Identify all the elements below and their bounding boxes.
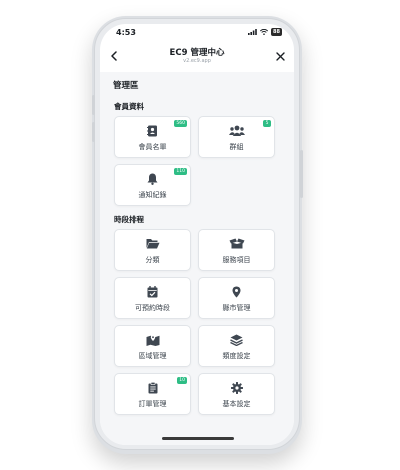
tile-notification-log[interactable]: 110 通知紀錄 bbox=[114, 164, 191, 206]
status-icons: 88 bbox=[248, 28, 282, 36]
battery-icon: 88 bbox=[271, 28, 282, 36]
tile-label: 分類 bbox=[145, 256, 160, 264]
tile-label: 區域管理 bbox=[138, 352, 167, 360]
page-title: 管理區 bbox=[113, 81, 139, 91]
home-indicator bbox=[162, 437, 234, 440]
clipboard-list-icon bbox=[148, 382, 157, 394]
wifi-icon bbox=[260, 29, 269, 35]
nav-subtitle: v2.ec9.app bbox=[183, 58, 211, 64]
gear-icon bbox=[230, 382, 243, 394]
tile-groups[interactable]: 5 群組 bbox=[198, 116, 275, 158]
tile-label: 縣市管理 bbox=[222, 304, 251, 312]
tile-label: 可預約時段 bbox=[135, 304, 170, 312]
tile-label: 類度設定 bbox=[222, 352, 251, 360]
volume-up-button bbox=[92, 95, 95, 115]
tile-bookable-slots[interactable]: 可預約時段 bbox=[114, 277, 191, 319]
address-book-icon bbox=[147, 125, 157, 137]
back-button[interactable] bbox=[106, 48, 122, 64]
power-button bbox=[300, 150, 303, 198]
tile-label: 群組 bbox=[229, 143, 244, 151]
volume-down-button bbox=[92, 122, 95, 142]
section-title-schedule: 時段排程 bbox=[114, 215, 144, 224]
map-location-icon bbox=[146, 335, 159, 346]
tile-level-settings[interactable]: 類度設定 bbox=[198, 325, 275, 367]
phone-screen: 4:53 88 EC9 管理中心 v2.ec9.app 管理區 會員資料 560… bbox=[100, 24, 294, 445]
box-open-icon bbox=[229, 238, 244, 249]
nav-bar: EC9 管理中心 v2.ec9.app bbox=[100, 42, 294, 72]
tile-member-list[interactable]: 560 會員名單 bbox=[114, 116, 191, 158]
nav-title: EC9 管理中心 bbox=[169, 48, 225, 58]
users-group-icon bbox=[228, 125, 245, 136]
signal-icon bbox=[248, 29, 257, 35]
tile-city-management[interactable]: 縣市管理 bbox=[198, 277, 275, 319]
calendar-check-icon bbox=[147, 286, 158, 298]
folder-open-icon bbox=[146, 239, 159, 249]
tile-basic-settings[interactable]: 基本設定 bbox=[198, 373, 275, 415]
status-bar: 4:53 88 bbox=[100, 24, 294, 42]
bell-icon bbox=[147, 173, 158, 185]
close-button[interactable] bbox=[272, 48, 288, 64]
tile-label: 基本設定 bbox=[222, 400, 251, 408]
map-marker-icon bbox=[232, 286, 241, 298]
tile-categories[interactable]: 分類 bbox=[114, 229, 191, 271]
section-title-members: 會員資料 bbox=[114, 102, 144, 111]
tile-label: 通知紀錄 bbox=[138, 191, 167, 199]
tile-order-management[interactable]: 10 訂單管理 bbox=[114, 373, 191, 415]
tile-label: 服務項目 bbox=[222, 256, 251, 264]
tile-label: 會員名單 bbox=[138, 143, 167, 151]
tile-area-management[interactable]: 區域管理 bbox=[114, 325, 191, 367]
management-content: 管理區 會員資料 560 會員名單 5 群組 110 通知紀錄 時段排程 分類 … bbox=[100, 72, 294, 445]
status-time: 4:53 bbox=[116, 28, 136, 37]
layers-icon bbox=[230, 334, 243, 346]
tile-service-items[interactable]: 服務項目 bbox=[198, 229, 275, 271]
chevron-left-icon bbox=[111, 51, 117, 61]
tile-label: 訂單管理 bbox=[138, 400, 167, 408]
close-icon bbox=[275, 51, 285, 61]
